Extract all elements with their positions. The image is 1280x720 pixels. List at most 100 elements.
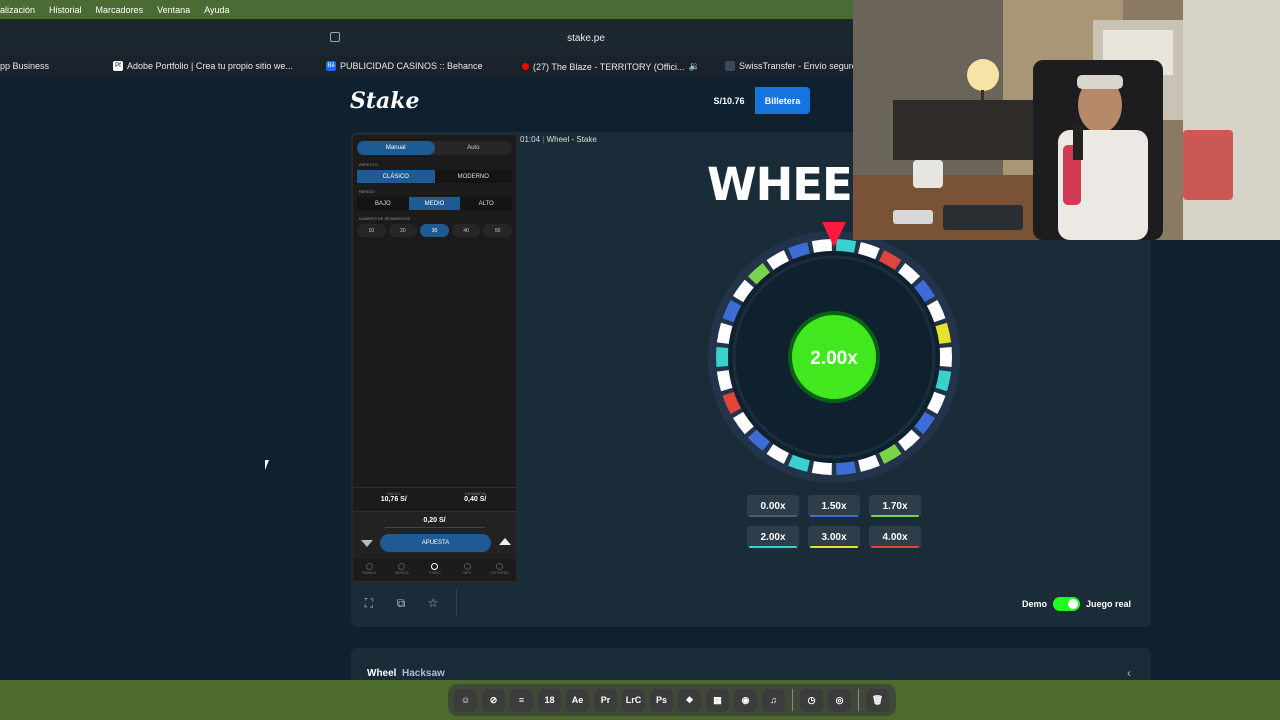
calendar-icon[interactable]: 18 <box>538 688 561 712</box>
tab-manual[interactable]: Manual <box>357 141 435 155</box>
menu-item-edit[interactable]: alización <box>0 5 35 15</box>
premiere-icon[interactable]: Pr <box>594 688 617 712</box>
multiplier-chip: 0.00x <box>747 495 799 517</box>
game-nav: SONIDO MÚSICA TURBO INFO HISTORIAL <box>353 560 516 581</box>
wheel-segment <box>811 239 832 253</box>
app-icon[interactable]: ▦ <box>706 688 729 712</box>
nav-label: MÚSICA <box>395 571 409 575</box>
trash-icon[interactable]: 🗑 <box>866 688 889 712</box>
fullscreen-icon[interactable]: ⛶ <box>362 596 376 610</box>
real-play-label: Juego real <box>1086 599 1132 609</box>
swisstransfer-icon <box>725 61 735 71</box>
bet-divider <box>385 527 485 528</box>
risk-low-button[interactable]: BAJO <box>357 197 409 210</box>
bet-button[interactable]: APUESTA <box>380 534 491 552</box>
photoshop-icon[interactable]: Ps <box>650 688 673 712</box>
bookmark-adobe-portfolio[interactable]: Pf Adobe Portfolio | Crea tu propio siti… <box>113 61 293 71</box>
mouse-cursor-icon <box>265 460 269 470</box>
wheel-segment <box>716 347 729 367</box>
screenshot-icon[interactable]: ◎ <box>828 688 851 712</box>
menu-item-window[interactable]: Ventana <box>157 5 190 15</box>
recorder-icon[interactable]: ◷ <box>800 688 823 712</box>
nav-label: SONIDO <box>362 571 377 575</box>
chevron-left-icon[interactable]: ‹ <box>1127 666 1131 680</box>
risk-medium-button[interactable]: MEDIO <box>408 197 461 210</box>
notes-icon[interactable]: ≡ <box>510 688 533 712</box>
mode-switch: Manual Auto <box>357 141 512 155</box>
lightroom-icon[interactable]: LrC <box>622 688 645 712</box>
nav-turbo[interactable]: TURBO <box>418 560 451 581</box>
bet-control-panel: Manual Auto ASPECTO CLÁSICO MODERNO RIES… <box>352 134 517 582</box>
multiplier-chip: 1.70x <box>869 495 921 517</box>
youtube-icon <box>522 63 529 70</box>
safari-icon[interactable]: ⊘ <box>482 688 505 712</box>
theatre-mode-icon[interactable]: ⧉ <box>394 596 408 610</box>
menu-item-history[interactable]: Historial <box>49 5 82 15</box>
profit-value: 0,40 S/ <box>464 496 487 503</box>
bet-amount[interactable]: 0,20 S/ <box>353 517 516 524</box>
url-text[interactable]: stake.pe <box>320 33 852 44</box>
multiplier-chip: 3.00x <box>808 526 860 548</box>
multiplier-color <box>749 546 797 548</box>
menu-item-help[interactable]: Ayuda <box>204 5 229 15</box>
segments-30-button[interactable]: 30 <box>420 224 449 237</box>
nav-history[interactable]: HISTORIAL <box>483 560 516 581</box>
bet-zone: 0,20 S/ APUESTA <box>353 511 516 559</box>
multiplier-label: 1.50x <box>821 500 847 512</box>
adobe-portfolio-icon: Pf <box>113 61 123 71</box>
discord-icon[interactable]: ◉ <box>734 688 757 712</box>
wallet-button[interactable]: Billetera <box>755 87 810 114</box>
decrease-bet-icon[interactable] <box>361 540 373 547</box>
finder-icon[interactable]: ☺ <box>454 688 477 712</box>
after-effects-icon[interactable]: Ae <box>566 688 589 712</box>
segments-selector: 10 20 30 40 50 <box>357 224 512 237</box>
bookmark-label: SwissTransfer - Envío seguro <box>739 61 857 71</box>
sound-icon <box>365 563 373 570</box>
nav-label: HISTORIAL <box>490 571 509 575</box>
balance-display[interactable]: S/10.76 <box>704 87 754 114</box>
menu-item-bookmarks[interactable]: Marcadores <box>96 5 144 15</box>
bookmark-behance[interactable]: Bē PUBLICIDAD CASINOS :: Behance <box>326 61 483 71</box>
address-bar[interactable]: stake.pe <box>320 28 852 48</box>
game-footer-icons: ⛶ ⧉ ☆ <box>362 596 440 611</box>
stats-row: SALDO 10,76 S/ GANANCIA 0,40 S/ <box>353 487 516 509</box>
real-play-toggle[interactable] <box>1053 597 1081 611</box>
multiplier-color <box>749 515 797 517</box>
bookmark-swisstransfer[interactable]: SwissTransfer - Envío seguro <box>725 61 857 71</box>
multiplier-label: 3.00x <box>821 531 847 543</box>
bookmark-youtube[interactable]: (27) The Blaze - TERRITORY (Offici... 🔉 <box>522 61 700 72</box>
music-icon[interactable]: ♫ <box>762 688 785 712</box>
aspect-label: ASPECTO <box>359 162 379 167</box>
increase-bet-icon[interactable] <box>499 538 511 545</box>
game-info-provider: Hacksaw <box>402 668 445 679</box>
segments-20-button[interactable]: 20 <box>388 224 418 237</box>
bookmark-app-business[interactable]: pp Business <box>0 61 49 71</box>
wheel-graphic: 2.00x <box>708 222 960 483</box>
segments-40-button[interactable]: 40 <box>451 224 481 237</box>
music-icon <box>398 563 406 570</box>
risk-high-button[interactable]: ALTO <box>460 197 512 210</box>
nav-sound[interactable]: SONIDO <box>353 560 386 581</box>
aspect-modern-button[interactable]: MODERNO <box>435 170 513 183</box>
recording-time: 01:04 <box>520 135 541 144</box>
segments-50-button[interactable]: 50 <box>483 224 512 237</box>
multiplier-color <box>871 515 919 517</box>
nav-music[interactable]: MÚSICA <box>386 560 419 581</box>
result-multiplier: 2.00x <box>810 348 858 369</box>
tab-auto[interactable]: Auto <box>435 141 513 155</box>
info-icon <box>463 563 471 570</box>
multiplier-color <box>871 546 919 548</box>
aspect-classic-button[interactable]: CLÁSICO <box>357 170 435 183</box>
stake-logo[interactable]: Stake <box>350 88 420 114</box>
webcam-overlay <box>853 0 1280 240</box>
nav-info[interactable]: INFO <box>451 560 484 581</box>
multiplier-chip: 1.50x <box>808 495 860 517</box>
multiplier-color <box>810 515 858 517</box>
game-info-title: Wheel <box>367 668 397 679</box>
multiplier-label: 0.00x <box>760 500 786 512</box>
left-area <box>0 77 330 680</box>
figma-icon[interactable]: ❖ <box>678 688 701 712</box>
balance-value: 10,76 S/ <box>380 496 407 503</box>
segments-10-button[interactable]: 10 <box>357 224 386 237</box>
favorite-star-icon[interactable]: ☆ <box>426 596 440 610</box>
